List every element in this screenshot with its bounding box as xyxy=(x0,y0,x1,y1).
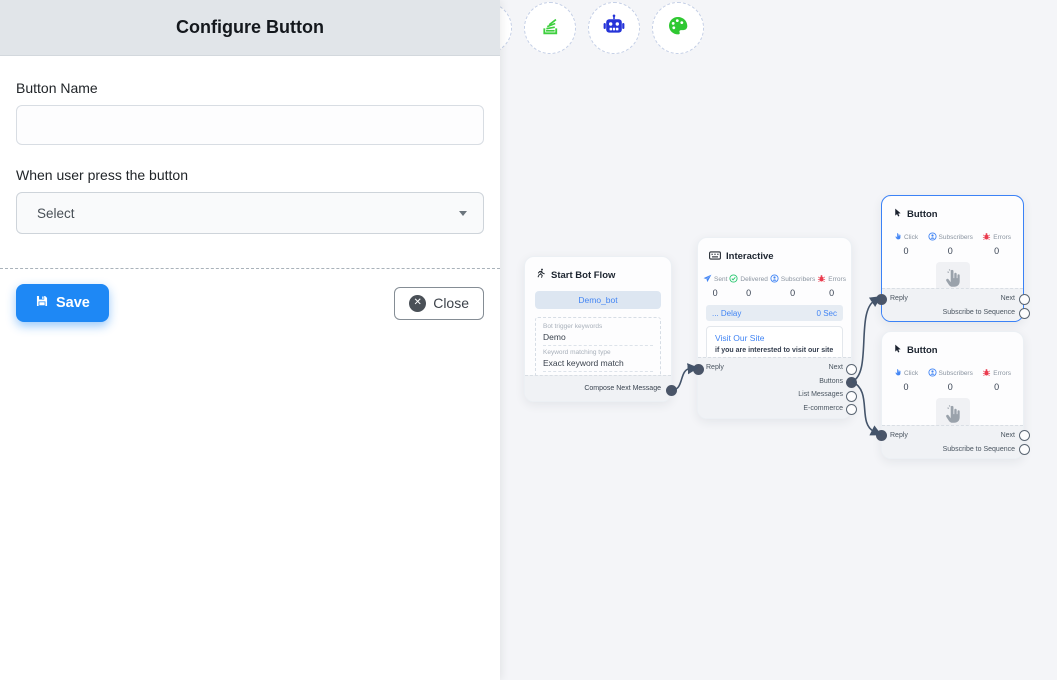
kv-row: Bot trigger keywords Demo xyxy=(543,320,653,345)
cursor-icon xyxy=(893,341,902,359)
stat-sent: Sent 0 xyxy=(703,274,727,298)
close-icon: ✕ xyxy=(409,295,426,312)
delivered-icon xyxy=(729,274,738,285)
node-footer: Reply Next Subscribe to Sequence xyxy=(882,288,1023,321)
port-label-reply: Reply xyxy=(890,432,908,439)
port-label-next: Next xyxy=(1001,295,1015,302)
stat-subscribers: Subscribers 0 xyxy=(928,232,973,256)
port-reply-in[interactable] xyxy=(876,294,887,305)
node-title: Button xyxy=(907,209,938,220)
port-sequence-out[interactable] xyxy=(1019,308,1030,319)
port-label-reply: Reply xyxy=(706,364,724,371)
node-header: Button xyxy=(882,332,1023,359)
keyboard-icon xyxy=(709,247,721,265)
compose-next-message-label: Compose Next Message xyxy=(533,379,663,397)
port-next-out[interactable] xyxy=(846,364,857,375)
delay-value: 0 Sec xyxy=(817,309,837,318)
stat-click: Click 0 xyxy=(894,232,918,256)
errors-icon xyxy=(982,368,991,379)
save-icon xyxy=(35,294,49,312)
stat-click: Click 0 xyxy=(894,368,918,392)
button-name-label: Button Name xyxy=(16,80,484,96)
node-button-2[interactable]: Button Click 0 Subscribers xyxy=(881,331,1024,459)
toolbar-item-theme[interactable] xyxy=(652,2,704,54)
close-label: Close xyxy=(433,295,469,311)
port-label-buttons: Buttons xyxy=(819,378,843,385)
node-interactive[interactable]: Interactive Sent 0 Delivered xyxy=(697,237,852,419)
node-title: Interactive xyxy=(726,251,774,262)
bot-name-pill[interactable]: Demo_bot xyxy=(535,291,661,309)
save-button[interactable]: Save xyxy=(16,284,109,322)
panel-header: Configure Button xyxy=(0,0,500,56)
port-ecommerce-out[interactable] xyxy=(846,404,857,415)
port-label-ecommerce: E-commerce xyxy=(803,405,843,412)
node-footer: Reply Next Buttons List Messages E-comme… xyxy=(698,357,851,418)
stat-errors: Errors 0 xyxy=(982,368,1011,392)
port-next-out[interactable] xyxy=(1019,294,1030,305)
cursor-icon xyxy=(893,205,902,223)
toolbar-item-stack[interactable] xyxy=(524,2,576,54)
port-label-subscribe-sequence: Subscribe to Sequence xyxy=(943,309,1015,316)
node-title: Start Bot Flow xyxy=(551,270,615,281)
palette-icon xyxy=(666,14,690,43)
running-person-icon xyxy=(536,266,546,284)
port-label-reply: Reply xyxy=(890,295,908,302)
port-reply-in[interactable] xyxy=(876,430,887,441)
port-reply-in[interactable] xyxy=(693,364,704,375)
node-title: Button xyxy=(907,345,938,356)
stat-errors: Errors 0 xyxy=(982,232,1011,256)
port-compose-next-message[interactable] xyxy=(666,385,677,396)
robot-icon xyxy=(602,14,626,43)
stat-subscribers: Subscribers 0 xyxy=(928,368,973,392)
port-buttons-out[interactable] xyxy=(846,377,857,388)
node-header: Interactive xyxy=(698,238,851,265)
port-label-subscribe-sequence: Subscribe to Sequence xyxy=(943,446,1015,453)
subscribers-icon xyxy=(770,274,779,285)
port-next-out[interactable] xyxy=(1019,430,1030,441)
stat-delivered: Delivered 0 xyxy=(729,274,767,298)
port-list-messages-out[interactable] xyxy=(846,391,857,402)
press-action-label: When user press the button xyxy=(16,167,484,183)
panel-title: Configure Button xyxy=(176,17,324,38)
node-header: Start Bot Flow xyxy=(525,257,671,284)
kv-row: Keyword matching type Exact keyword matc… xyxy=(543,345,653,371)
node-footer: Reply Next Subscribe to Sequence xyxy=(882,425,1023,458)
stat-subscribers: Subscribers 0 xyxy=(770,274,815,298)
port-label-next: Next xyxy=(1001,432,1015,439)
subscribers-icon xyxy=(928,232,937,243)
message-body: if you are interested to visit our site xyxy=(715,347,834,354)
node-button-1[interactable]: Button Click 0 Subscribers xyxy=(881,195,1024,322)
node-start-bot-flow[interactable]: Start Bot Flow Demo_bot Bot trigger keyw… xyxy=(524,256,672,402)
delay-bar[interactable]: ... Delay 0 Sec xyxy=(706,305,843,321)
errors-icon xyxy=(817,274,826,285)
select-value: Select xyxy=(37,206,75,221)
save-label: Save xyxy=(56,295,90,311)
toolbar-item-bot[interactable] xyxy=(588,2,640,54)
chevron-down-icon xyxy=(459,211,467,216)
message-title: Visit Our Site xyxy=(715,333,834,343)
port-sequence-out[interactable] xyxy=(1019,444,1030,455)
stack-icon xyxy=(539,15,561,42)
delay-label: ... Delay xyxy=(712,309,741,318)
stats-row: Click 0 Subscribers 0 Errors xyxy=(882,359,1023,392)
click-icon xyxy=(894,368,902,379)
sent-icon xyxy=(703,274,712,285)
port-label-list-messages: List Messages xyxy=(798,391,843,398)
stat-errors: Errors 0 xyxy=(817,274,846,298)
stats-row: Click 0 Subscribers 0 Errors xyxy=(882,223,1023,256)
stats-row: Sent 0 Delivered 0 Subscribers xyxy=(698,265,851,298)
node-header: Button xyxy=(882,196,1023,223)
press-action-select[interactable]: Select xyxy=(16,192,484,234)
configure-button-panel: Configure Button Button Name When user p… xyxy=(0,0,500,680)
close-button[interactable]: ✕ Close xyxy=(394,287,484,320)
interactive-message-card[interactable]: Visit Our Site if you are interested to … xyxy=(706,326,843,361)
node-footer: Compose Next Message xyxy=(525,375,671,401)
port-label-next: Next xyxy=(829,364,843,371)
panel-divider xyxy=(0,268,500,269)
click-icon xyxy=(894,232,902,243)
subscribers-icon xyxy=(928,368,937,379)
button-name-input[interactable] xyxy=(16,105,484,145)
errors-icon xyxy=(982,232,991,243)
